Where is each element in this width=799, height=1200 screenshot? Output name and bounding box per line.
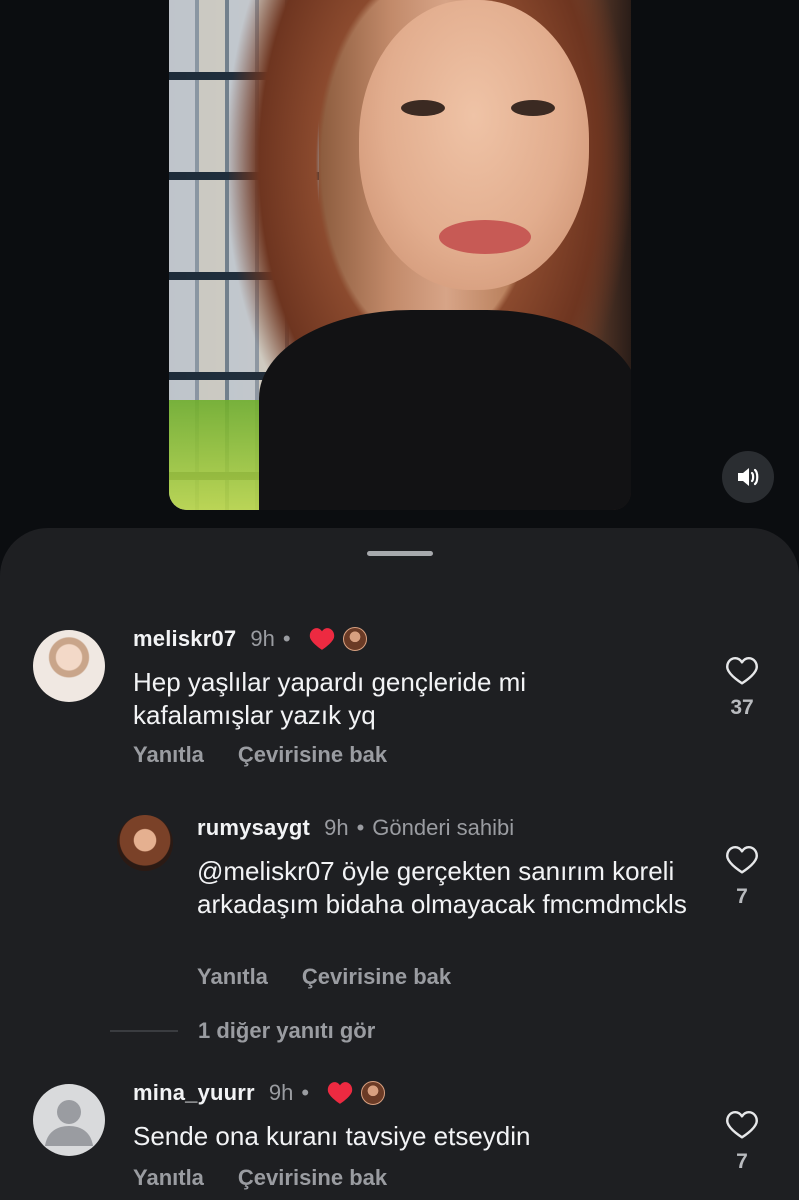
video-subject-eye bbox=[511, 100, 555, 116]
like-count: 37 bbox=[730, 696, 754, 719]
comment-username[interactable]: rumysaygt bbox=[197, 815, 310, 841]
comments-sheet: meliskr07 9h • Hep yaşlılar yapardı genç… bbox=[0, 528, 799, 1200]
like-button[interactable]: 7 bbox=[712, 1110, 772, 1174]
reply-button[interactable]: Yanıtla bbox=[197, 964, 268, 990]
translate-button[interactable]: Çevirisine bak bbox=[302, 964, 451, 990]
reply-button[interactable]: Yanıtla bbox=[133, 742, 204, 768]
thread-line bbox=[110, 1030, 178, 1032]
comment-actions: Yanıtla Çevirisine bak bbox=[133, 742, 387, 768]
volume-icon bbox=[738, 468, 759, 486]
sound-toggle-button[interactable] bbox=[722, 451, 774, 503]
like-button[interactable]: 7 bbox=[712, 845, 772, 909]
video-subject-eye bbox=[401, 100, 445, 116]
sheet-drag-handle[interactable] bbox=[367, 551, 433, 556]
like-count: 7 bbox=[736, 1150, 748, 1173]
comment-text: @meliskr07 öyle gerçekten sanırım koreli… bbox=[197, 856, 687, 919]
separator-dot: • bbox=[356, 815, 365, 840]
comment-actions: Yanıtla Çevirisine bak bbox=[197, 964, 451, 990]
comment-text: Sende ona kuranı tavsiye etseydin bbox=[133, 1121, 531, 1151]
comment-time: 9h bbox=[324, 815, 349, 840]
reply-button[interactable]: Yanıtla bbox=[133, 1165, 204, 1191]
default-user-icon bbox=[45, 1100, 93, 1146]
creator-avatar bbox=[361, 1081, 386, 1105]
creator-avatar bbox=[342, 627, 367, 651]
comment-meta: meliskr07 9h • bbox=[133, 626, 367, 652]
video-area bbox=[0, 0, 799, 528]
avatar[interactable] bbox=[33, 630, 105, 702]
heart-filled-icon bbox=[327, 1081, 353, 1105]
comment-time: 9h bbox=[268, 1080, 294, 1105]
separator-dot: • bbox=[301, 1080, 310, 1105]
video-subject-lips bbox=[439, 220, 531, 254]
post-owner-badge: Gönderi sahibi bbox=[372, 815, 515, 840]
heart-outline-icon bbox=[726, 1110, 758, 1139]
avatar[interactable] bbox=[33, 1084, 105, 1156]
comment-meta: mina_yuurr 9h • bbox=[133, 1080, 386, 1106]
heart-outline-icon bbox=[726, 656, 758, 685]
translate-button[interactable]: Çevirisine bak bbox=[238, 742, 387, 768]
view-more-replies-label: 1 diğer yanıtı gör bbox=[198, 1018, 376, 1043]
comment-time: 9h bbox=[250, 626, 275, 651]
video-player[interactable] bbox=[169, 0, 631, 510]
avatar[interactable] bbox=[117, 815, 173, 871]
comment-text: Hep yaşlılar yapardı gençleride mi kafal… bbox=[133, 667, 527, 730]
video-subject-body bbox=[259, 310, 631, 510]
comment-meta: rumysaygt 9h • Gönderi sahibi bbox=[197, 815, 514, 841]
heart-outline-icon bbox=[726, 845, 758, 874]
view-more-replies-button[interactable]: 1 diğer yanıtı gör bbox=[110, 1018, 375, 1044]
comment-actions: Yanıtla Çevirisine bak bbox=[133, 1165, 387, 1191]
like-count: 7 bbox=[736, 885, 748, 908]
comment-username[interactable]: meliskr07 bbox=[133, 626, 236, 652]
comment-username[interactable]: mina_yuurr bbox=[133, 1080, 255, 1106]
like-button[interactable]: 37 bbox=[712, 656, 772, 720]
heart-filled-icon bbox=[309, 627, 335, 651]
translate-button[interactable]: Çevirisine bak bbox=[238, 1165, 387, 1191]
separator-dot: • bbox=[282, 626, 291, 651]
